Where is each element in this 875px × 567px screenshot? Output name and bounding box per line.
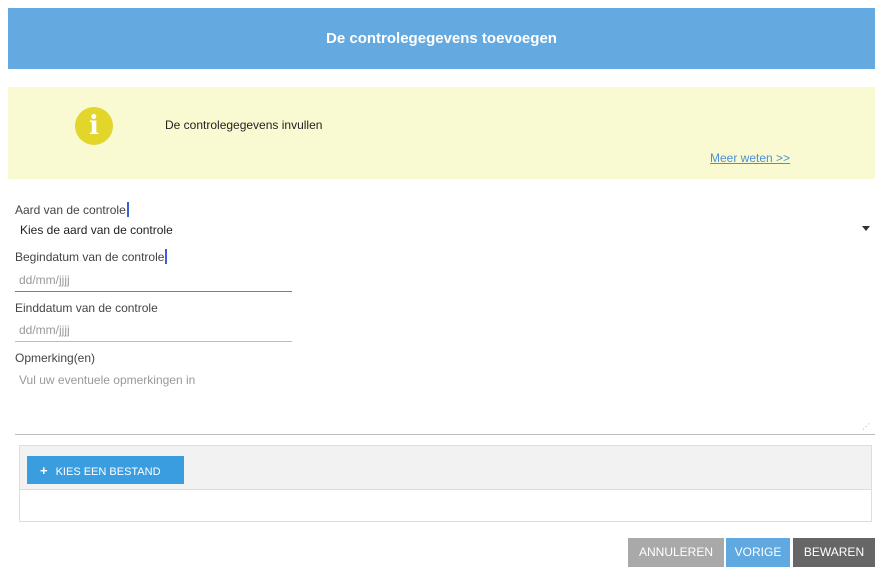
add-control-dialog: De controlegegevens toevoegen i De contr… (0, 0, 875, 567)
end-date-input[interactable] (15, 318, 292, 342)
choose-file-button[interactable]: + KIES EEN BESTAND (27, 456, 184, 484)
plus-icon: + (40, 463, 48, 478)
remarks-textarea[interactable] (15, 370, 875, 435)
text-cursor (165, 249, 168, 264)
info-box: i De controlegegevens invullen Meer wete… (8, 87, 875, 179)
control-type-select[interactable]: Kies de aard van de controle (15, 220, 875, 240)
info-text: De controlegegevens invullen (165, 118, 323, 132)
chevron-down-icon (862, 226, 870, 231)
remarks-label: Opmerking(en) (15, 351, 96, 365)
file-list (19, 490, 872, 522)
upload-panel: + KIES EEN BESTAND (19, 445, 872, 490)
text-cursor (126, 202, 129, 217)
control-type-value: Kies de aard van de controle (20, 223, 173, 237)
end-date-label: Einddatum van de controle (15, 301, 158, 315)
save-button[interactable]: BEWAREN (793, 538, 875, 567)
resize-grip-icon[interactable]: ⋰ (862, 422, 871, 431)
more-info-link[interactable]: Meer weten >> (710, 151, 790, 165)
previous-button[interactable]: VORIGE (726, 538, 790, 567)
start-date-input[interactable] (15, 268, 292, 292)
info-icon: i (75, 107, 113, 145)
dialog-title: De controlegegevens toevoegen (8, 8, 875, 69)
start-date-label: Begindatum van de controle (15, 249, 168, 264)
control-type-label: Aard van de controle (15, 202, 129, 217)
cancel-button[interactable]: ANNULEREN (628, 538, 724, 567)
choose-file-label: KIES EEN BESTAND (55, 466, 161, 478)
